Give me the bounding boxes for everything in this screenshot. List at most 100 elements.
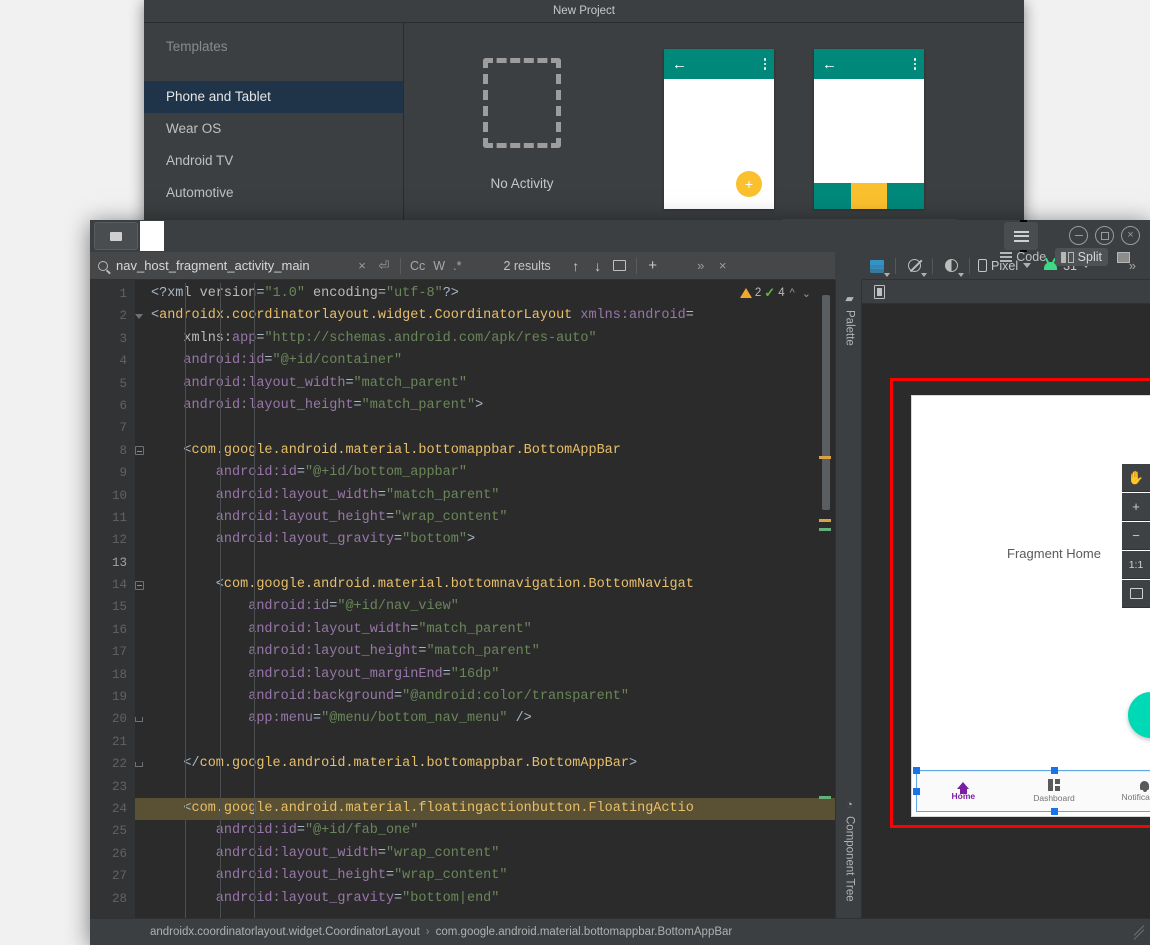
code-line[interactable]: android:id="@+id/container"	[135, 350, 835, 372]
clear-search-icon[interactable]: ×	[351, 255, 373, 277]
resize-handle[interactable]	[913, 787, 920, 795]
code-editor[interactable]: 1 2 3 4 5 6 7 8 9 10 11 12 13 14 15 16 17 18 19 20 21 22 23 24 2…	[90, 280, 835, 918]
zoom-to-fit-button[interactable]	[1122, 580, 1150, 608]
search-history-icon[interactable]: ⏎	[373, 255, 395, 277]
new-project-dialog: New Project Templates Phone and Tablet W…	[144, 0, 1024, 271]
new-project-title: New Project	[553, 5, 615, 17]
code-line[interactable]: android:background="@android:color/trans…	[135, 686, 835, 708]
line-number-gutter: 1 2 3 4 5 6 7 8 9 10 11 12 13 14 15 16 17 18 19 20 21 22 23 24 2…	[90, 280, 144, 918]
theme-icon[interactable]	[936, 253, 966, 279]
regex-toggle[interactable]: .*	[449, 259, 465, 273]
scroll-marker-ok[interactable]	[819, 796, 831, 799]
mode-split[interactable]: Split	[1055, 248, 1108, 266]
code-line[interactable]: xmlns:app="http://schemas.android.com/ap…	[135, 328, 835, 350]
find-overflow-icon[interactable]: »	[690, 255, 712, 277]
category-android-tv[interactable]: Android TV	[144, 145, 403, 177]
orientation-icon[interactable]	[899, 253, 929, 279]
editor-mode-switcher: Code Split	[994, 248, 1136, 266]
bottom-nav-activity-preview: ←	[814, 49, 925, 209]
tool-tab-palette[interactable]: ▰ Palette	[836, 286, 863, 352]
match-case-toggle[interactable]: Cc	[406, 259, 429, 273]
template-no-activity[interactable]: No Activity	[422, 58, 622, 191]
fit-icon	[1129, 588, 1143, 599]
resize-handle[interactable]	[1050, 808, 1058, 815]
add-multi-cursor-icon[interactable]: +	[642, 255, 664, 277]
close-button[interactable]: ×	[1121, 226, 1140, 245]
code-line[interactable]: <com.google.android.material.bottomappba…	[135, 440, 835, 462]
mode-code[interactable]: Code	[994, 248, 1052, 266]
code-line[interactable]: android:layout_width="match_parent"	[135, 619, 835, 641]
code-line[interactable]: app:menu="@menu/bottom_nav_menu" />	[135, 708, 835, 730]
search-input[interactable]	[116, 258, 351, 273]
code-line[interactable]: android:id="@+id/bottom_appbar"	[135, 462, 835, 484]
overflow-menu-icon	[913, 58, 916, 70]
device-frame-icon[interactable]	[874, 284, 885, 299]
inspection-widget[interactable]: 2 ✓ 4 ^ ⌄	[739, 285, 813, 301]
pan-tool-button[interactable]: ✋	[1122, 464, 1150, 492]
divider	[932, 257, 933, 274]
code-line[interactable]: android:layout_height="match_parent"	[135, 641, 835, 663]
code-line[interactable]: <com.google.android.material.bottomnavig…	[135, 574, 835, 596]
scrollbar-thumb[interactable]	[822, 295, 830, 510]
find-next-icon[interactable]: ↓	[587, 258, 609, 274]
mode-design[interactable]	[1111, 250, 1136, 265]
tool-tab-component-tree[interactable]: ◔ Component Tree	[836, 793, 863, 908]
code-lines-icon	[1000, 250, 1013, 264]
zoom-in-button[interactable]: +	[1122, 493, 1150, 521]
scroll-marker-warning[interactable]	[819, 519, 831, 522]
code-line[interactable]: android:layout_width="match_parent"	[135, 373, 835, 395]
code-line[interactable]: <androidx.coordinatorlayout.widget.Coord…	[135, 305, 835, 327]
breadcrumb-part-1[interactable]: com.google.android.material.bottomappbar…	[436, 926, 733, 938]
code-line[interactable]: android:layout_height="wrap_content"	[135, 865, 835, 887]
code-line[interactable]: android:layout_gravity="bottom">	[135, 529, 835, 551]
zoom-actual-size-button[interactable]: 1:1	[1122, 551, 1150, 579]
window-resize-grip[interactable]	[1132, 925, 1146, 941]
code-line[interactable]: </com.google.android.material.bottomappb…	[135, 753, 835, 775]
scroll-marker-warning[interactable]	[819, 456, 831, 459]
select-all-occurrences-icon[interactable]	[609, 255, 631, 277]
resize-handle[interactable]	[913, 767, 920, 774]
inspection-prev-icon[interactable]: ^	[788, 287, 797, 299]
code-line[interactable]	[135, 552, 835, 574]
code-line[interactable]: <com.google.android.material.floatingact…	[135, 797, 835, 821]
code-line[interactable]	[135, 731, 835, 753]
code-line[interactable]: android:layout_height="wrap_content"	[135, 507, 835, 529]
code-line[interactable]: android:layout_width="match_parent"	[135, 485, 835, 507]
category-wear-os[interactable]: Wear OS	[144, 113, 403, 145]
window-icon-button[interactable]	[94, 222, 138, 250]
code-line[interactable]: android:layout_marginEnd="16dp"	[135, 664, 835, 686]
design-surface-mode-icon[interactable]	[862, 253, 892, 279]
code-line[interactable]	[135, 776, 835, 798]
maximize-button[interactable]	[1095, 226, 1114, 245]
close-find-icon[interactable]: ×	[712, 255, 734, 277]
search-icon[interactable]	[90, 260, 116, 271]
floating-action-button[interactable]	[1128, 692, 1150, 738]
category-phone-and-tablet[interactable]: Phone and Tablet	[144, 81, 403, 113]
studio-titlebar: ×	[90, 220, 1150, 252]
category-automotive[interactable]: Automotive	[144, 177, 403, 209]
code-line[interactable]: android:id="@+id/fab_one"	[135, 820, 835, 842]
editor-scrollbar[interactable]	[819, 283, 831, 918]
code-line[interactable]: android:layout_gravity="bottom|end"	[135, 888, 835, 910]
inspection-next-icon[interactable]: ⌄	[800, 287, 813, 300]
zoom-out-button[interactable]: −	[1122, 522, 1150, 550]
code-line[interactable]: <?xml version="1.0" encoding="utf-8"?>	[135, 283, 835, 305]
design-preview-surface[interactable]: Fragment Home Home Dashboard Notificatio…	[862, 304, 1150, 918]
code-text-area[interactable]: <?xml version="1.0" encoding="utf-8"?> <a…	[135, 280, 835, 918]
template-bottom-navigation-activity[interactable]: ← Bottom Navigation Activity	[769, 49, 969, 242]
find-previous-icon[interactable]: ↑	[565, 258, 587, 274]
mode-code-label: Code	[1016, 250, 1047, 264]
resize-handle[interactable]	[1050, 767, 1058, 774]
device-render[interactable]: Fragment Home Home Dashboard Notificatio…	[912, 396, 1150, 816]
code-line[interactable]: android:id="@+id/nav_view"	[135, 596, 835, 618]
code-line[interactable]: android:layout_height="match_parent">	[135, 395, 835, 417]
selection-outline	[913, 767, 1150, 815]
minimize-button[interactable]	[1069, 226, 1088, 245]
line-number: 20	[111, 712, 127, 727]
scroll-marker-ok[interactable]	[819, 528, 831, 531]
code-line[interactable]: android:layout_width="wrap_content"	[135, 843, 835, 865]
whole-words-toggle[interactable]: W	[429, 259, 449, 273]
breadcrumb-part-0[interactable]: androidx.coordinatorlayout.widget.Coordi…	[150, 926, 420, 938]
code-line[interactable]	[135, 417, 835, 439]
main-menu-button[interactable]	[1004, 222, 1038, 250]
